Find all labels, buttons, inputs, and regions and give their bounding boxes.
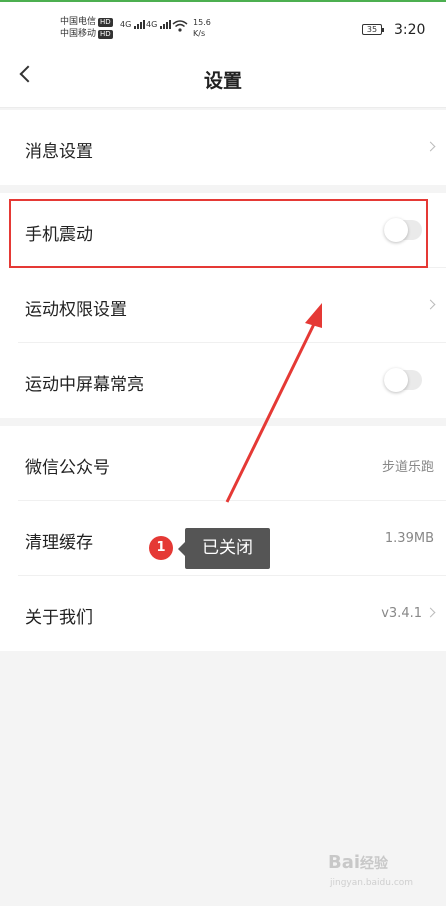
- signal-bars-icon: [159, 20, 172, 29]
- watermark-logo: Bai经验: [328, 852, 388, 873]
- hd-badge-1: HD: [98, 18, 113, 27]
- battery-icon: 35: [362, 24, 384, 35]
- clock: 3:20: [394, 22, 426, 38]
- signal-bars-icon: [133, 20, 146, 29]
- row-value: 1.39MB: [384, 531, 434, 546]
- chevron-right-icon: [425, 607, 436, 618]
- chevron-right-icon: [425, 299, 436, 310]
- settings-row-message[interactable]: 消息设置: [18, 110, 446, 185]
- screen-on-toggle[interactable]: [384, 368, 422, 392]
- row-value: 步道乐跑: [381, 460, 434, 475]
- network-type-1: 4G: [120, 20, 132, 29]
- highlight-box: [9, 199, 428, 268]
- watermark-url: jingyan.baidu.com: [330, 878, 414, 888]
- status-bar: 中国电信 HD 中国移动 HD 4G 4G 15.6 K/s 35 3:20: [0, 2, 446, 46]
- wifi-icon: [172, 20, 188, 36]
- settings-row-screen-on[interactable]: 运动中屏幕常亮: [18, 343, 446, 418]
- row-label: 清理缓存: [25, 533, 93, 553]
- row-value: v3.4.1: [381, 606, 422, 621]
- watermark-brand: Bai: [328, 852, 361, 873]
- carrier-2: 中国移动: [60, 29, 97, 39]
- row-label: 消息设置: [25, 142, 93, 162]
- toggle-knob: [384, 368, 408, 392]
- carrier-info: 中国电信 HD 中国移动 HD: [60, 16, 113, 40]
- nav-bar: 设置: [0, 46, 446, 108]
- speed-value: 15.6: [193, 18, 211, 27]
- annotation-tooltip: 已关闭: [178, 528, 270, 569]
- hd-badge-2: HD: [98, 30, 113, 39]
- row-label: 运动权限设置: [25, 300, 127, 320]
- row-label: 运动中屏幕常亮: [25, 375, 144, 395]
- signal-1: 4G: [120, 20, 146, 29]
- row-label: 关于我们: [25, 608, 93, 628]
- annotation-badge: 1: [149, 536, 173, 560]
- watermark-suffix: 经验: [360, 856, 389, 872]
- net-speed: 15.6 K/s: [193, 17, 211, 39]
- settings-row-wechat[interactable]: 微信公众号 步道乐跑: [18, 426, 446, 501]
- row-label: 微信公众号: [25, 458, 110, 478]
- chevron-right-icon: [425, 141, 436, 152]
- page-title: 设置: [203, 70, 242, 92]
- settings-group-1: 消息设置: [0, 110, 446, 185]
- speed-unit: K/s: [193, 29, 206, 38]
- network-type-2: 4G: [146, 20, 158, 29]
- carrier-1: 中国电信: [60, 17, 97, 27]
- signal-2: 4G: [146, 20, 172, 29]
- settings-row-permissions[interactable]: 运动权限设置: [18, 268, 446, 343]
- settings-row-about[interactable]: 关于我们 v3.4.1: [18, 576, 446, 651]
